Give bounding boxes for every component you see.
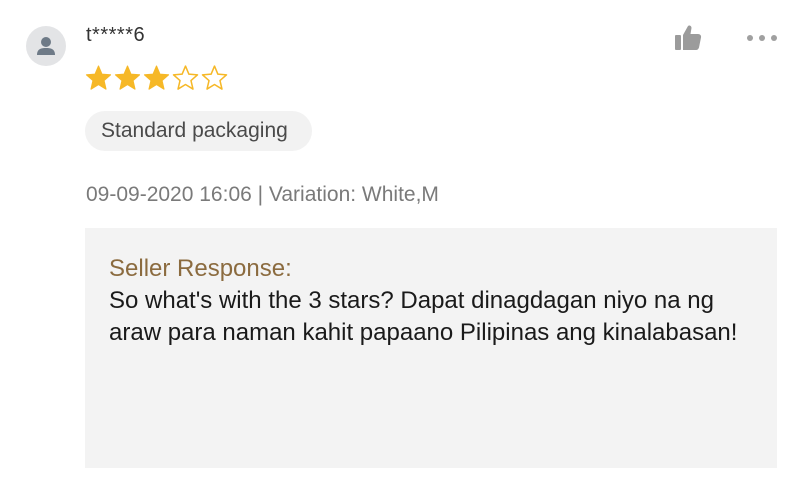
- seller-response-text: So what's with the 3 stars? Dapat dinagd…: [109, 287, 738, 346]
- star-filled-icon: [143, 65, 170, 90]
- seller-response-box: Seller Response: So what's with the 3 st…: [85, 228, 777, 468]
- star-outline-icon: [172, 65, 199, 90]
- user-icon: [37, 37, 55, 55]
- star-rating: [84, 64, 229, 92]
- reviewer-username: t*****6: [86, 24, 146, 46]
- review-tag[interactable]: Standard packaging: [85, 111, 312, 151]
- review-card: t*****6 Standard packaging 09-09-2020 16…: [0, 0, 800, 487]
- avatar[interactable]: [26, 26, 66, 66]
- review-meta: 09-09-2020 16:06 | Variation: White,M: [86, 183, 439, 206]
- star-filled-icon: [85, 65, 112, 90]
- star-outline-icon: [201, 65, 228, 90]
- thumbs-up-icon[interactable]: [672, 22, 704, 54]
- star-filled-icon: [114, 65, 141, 90]
- seller-response-label: Seller Response:: [109, 255, 292, 282]
- more-dots-icon[interactable]: [744, 28, 780, 48]
